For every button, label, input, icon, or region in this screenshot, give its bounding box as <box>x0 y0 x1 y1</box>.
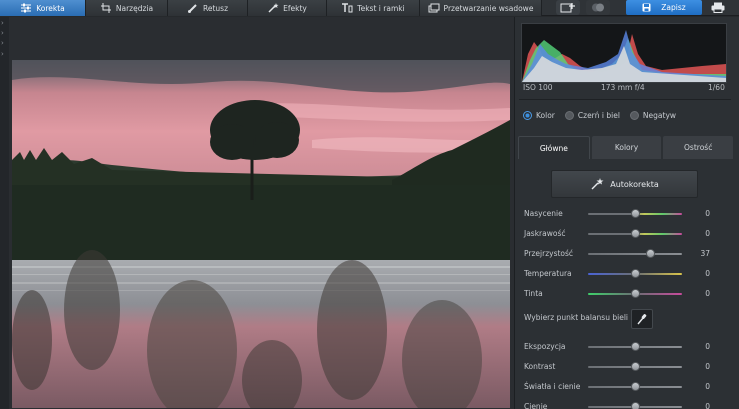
tab-label: Efekty <box>283 3 307 13</box>
adjustment-value: 0 <box>705 382 710 391</box>
slider-knob[interactable] <box>630 289 640 298</box>
eyedropper-button[interactable] <box>631 309 653 329</box>
chevron-right-icon: › <box>1 39 4 47</box>
printer-icon <box>711 2 725 13</box>
adjustment-row: Przejrzystość 37 <box>524 249 724 259</box>
radio-label: Negatyw <box>642 111 677 120</box>
layers-button[interactable] <box>586 0 610 15</box>
subtab-glowne[interactable]: Główne <box>518 136 590 159</box>
adjustment-row: Tinta 0 <box>524 289 724 299</box>
adjustment-row: Jaskrawość 0 <box>524 229 724 239</box>
slider-track[interactable] <box>588 253 682 255</box>
add-layer-button[interactable] <box>556 0 580 15</box>
adjustment-row: Światła i cienie 0 <box>524 382 724 392</box>
slider-knob[interactable] <box>630 342 640 351</box>
tab-tekst-i-ramki[interactable]: Tekst i ramki <box>327 0 420 16</box>
radio-dot <box>523 111 532 120</box>
radio-dot <box>564 111 574 120</box>
radio-label: Kolor <box>536 111 555 120</box>
edited-photo[interactable] <box>12 60 510 408</box>
tab-label: Przetwarzanie wsadowe <box>443 3 534 13</box>
tab-efekty[interactable]: Efekty <box>248 0 327 16</box>
adjustment-label: Temperatura <box>524 269 572 278</box>
adjustment-label: Cienie <box>524 402 548 409</box>
white-balance-label: Wybierz punkt balansu bieli <box>524 313 628 322</box>
slider-knob[interactable] <box>630 402 640 409</box>
adjustment-row: Nasycenie 0 <box>524 209 724 219</box>
adjustment-label: Jaskrawość <box>524 229 566 238</box>
adjustment-value: 0 <box>705 402 710 409</box>
color-mode-selector: Kolor Czerń i biel Negatyw <box>523 111 676 120</box>
adjustment-row: Kontrast 0 <box>524 362 724 372</box>
tab-przetwarzanie-wsadowe[interactable]: Przetwarzanie wsadowe <box>420 0 542 16</box>
adjustment-subtabs: Główne Kolory Ostrość <box>518 136 734 159</box>
sparkle-icon <box>591 178 604 190</box>
autocorrect-label: Autokorekta <box>610 179 659 189</box>
floppy-icon <box>642 3 651 12</box>
tab-korekta[interactable]: Korekta <box>0 0 86 16</box>
save-button[interactable]: Zapisz <box>626 0 702 15</box>
sliders-icon <box>21 3 32 13</box>
radio-label: Czerń i biel <box>577 111 620 120</box>
text-icon <box>342 3 353 13</box>
autocorrect-button[interactable]: Autokorekta <box>551 170 698 198</box>
adjustment-value: 0 <box>705 269 710 278</box>
adjustment-row: Ekspozycja 0 <box>524 342 724 352</box>
adjustment-row: Temperatura 0 <box>524 269 724 279</box>
radio-czern-i-biel[interactable]: Czerń i biel <box>564 111 620 120</box>
slider-knob[interactable] <box>630 209 640 218</box>
adjustment-value: 0 <box>705 289 710 298</box>
layers-icon <box>592 3 604 12</box>
adjustment-value: 0 <box>705 342 710 351</box>
adjustment-value: 37 <box>700 249 710 258</box>
chevron-right-icon: › <box>1 50 4 58</box>
add-layer-icon <box>560 3 575 13</box>
chevron-right-icon: › <box>1 29 4 37</box>
magic-wand-icon <box>268 3 279 13</box>
adjustment-value: 0 <box>705 229 710 238</box>
photo-canvas-area[interactable] <box>9 17 514 409</box>
chevron-right-icon: › <box>1 19 4 27</box>
tab-label: Retusz <box>202 3 229 13</box>
adjustment-label: Nasycenie <box>524 209 563 218</box>
slider-knob[interactable] <box>630 269 640 278</box>
subtab-ostrosc[interactable]: Ostrość <box>663 136 734 159</box>
collapsed-side-strip[interactable]: › › › › <box>0 17 9 409</box>
crop-icon <box>100 3 111 13</box>
slider-knob[interactable] <box>630 229 640 238</box>
tab-label: Tekst i ramki <box>357 3 405 13</box>
shutter-value: 1/60 <box>708 83 725 92</box>
adjustment-row: Cienie 0 <box>524 402 724 409</box>
adjustment-value: 0 <box>705 209 710 218</box>
adjustment-label: Przejrzystość <box>524 249 574 258</box>
subtab-kolory[interactable]: Kolory <box>591 136 662 159</box>
histogram <box>521 23 727 83</box>
adjustment-panel: ISO 100 173 mm f/4 1/60 Kolor Czerń i bi… <box>514 17 739 409</box>
batch-icon <box>428 3 440 13</box>
save-label: Zapisz <box>661 3 686 12</box>
adjustment-label: Ekspozycja <box>524 342 566 351</box>
eyedropper-icon <box>637 314 647 325</box>
adjustment-label: Kontrast <box>524 362 556 371</box>
histogram-graph <box>522 30 726 82</box>
slider-knob[interactable] <box>645 249 655 258</box>
adjustment-value: 0 <box>705 362 710 371</box>
print-button[interactable] <box>706 0 730 15</box>
radio-negatyw[interactable]: Negatyw <box>629 111 677 120</box>
slider-knob[interactable] <box>630 382 640 391</box>
tab-label: Narzędzia <box>115 3 154 13</box>
tab-retusz[interactable]: Retusz <box>168 0 248 16</box>
adjustment-label: Tinta <box>524 289 543 298</box>
slider-knob[interactable] <box>630 362 640 371</box>
adjustment-label: Światła i cienie <box>524 382 581 391</box>
divider <box>519 99 731 100</box>
iso-value: ISO 100 <box>523 83 553 92</box>
tab-label: Korekta <box>36 3 65 13</box>
lens-value: 173 mm f/4 <box>601 83 645 92</box>
lake-sunset-photo <box>12 60 510 408</box>
radio-kolor[interactable]: Kolor <box>523 111 555 120</box>
radio-dot <box>629 111 639 120</box>
tab-narzedzia[interactable]: Narzędzia <box>86 0 168 16</box>
brush-icon <box>187 4 197 13</box>
